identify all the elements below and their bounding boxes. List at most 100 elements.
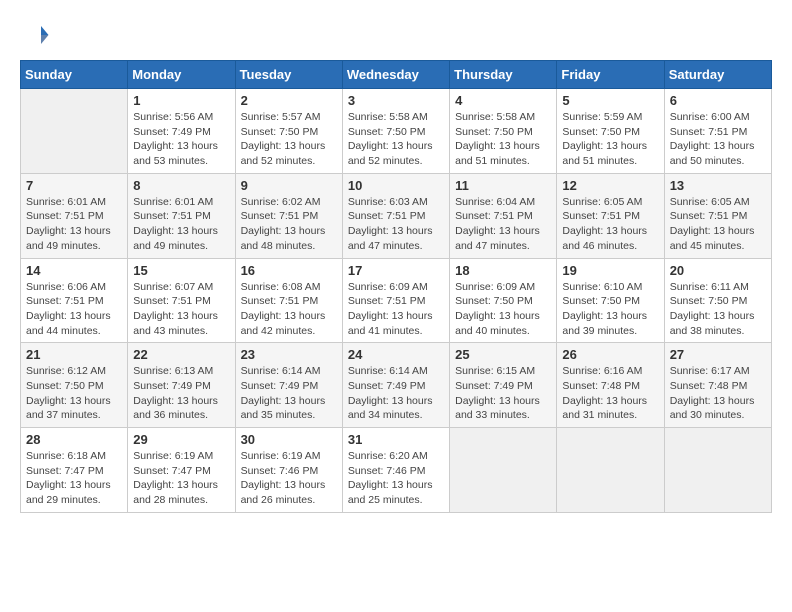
day-cell: 22 Sunrise: 6:13 AM Sunset: 7:49 PM Dayli… [128, 343, 235, 428]
day-cell: 4 Sunrise: 5:58 AM Sunset: 7:50 PM Daylig… [450, 89, 557, 174]
day-info: Sunrise: 6:07 AM Sunset: 7:51 PM Dayligh… [133, 280, 229, 339]
day-info: Sunrise: 6:20 AM Sunset: 7:46 PM Dayligh… [348, 449, 444, 508]
column-header-friday: Friday [557, 61, 664, 89]
day-info: Sunrise: 6:10 AM Sunset: 7:50 PM Dayligh… [562, 280, 658, 339]
week-row-4: 21 Sunrise: 6:12 AM Sunset: 7:50 PM Dayli… [21, 343, 772, 428]
day-number: 22 [133, 347, 229, 362]
day-info: Sunrise: 6:14 AM Sunset: 7:49 PM Dayligh… [241, 364, 337, 423]
day-info: Sunrise: 5:57 AM Sunset: 7:50 PM Dayligh… [241, 110, 337, 169]
day-cell: 24 Sunrise: 6:14 AM Sunset: 7:49 PM Dayli… [342, 343, 449, 428]
day-number: 19 [562, 263, 658, 278]
day-info: Sunrise: 6:17 AM Sunset: 7:48 PM Dayligh… [670, 364, 766, 423]
day-number: 14 [26, 263, 122, 278]
day-cell: 26 Sunrise: 6:16 AM Sunset: 7:48 PM Dayli… [557, 343, 664, 428]
day-number: 17 [348, 263, 444, 278]
day-cell: 10Sunrise: 6:03 AM Sunset: 7:51 PM Dayli… [342, 173, 449, 258]
day-number: 13 [670, 178, 766, 193]
day-number: 29 [133, 432, 229, 447]
day-number: 4 [455, 93, 551, 108]
day-number: 20 [670, 263, 766, 278]
calendar-table: SundayMondayTuesdayWednesdayThursdayFrid… [20, 60, 772, 513]
page-header [20, 20, 772, 50]
day-number: 18 [455, 263, 551, 278]
day-cell [450, 428, 557, 513]
column-header-sunday: Sunday [21, 61, 128, 89]
day-info: Sunrise: 6:09 AM Sunset: 7:50 PM Dayligh… [455, 280, 551, 339]
column-header-saturday: Saturday [664, 61, 771, 89]
day-number: 25 [455, 347, 551, 362]
day-info: Sunrise: 6:00 AM Sunset: 7:51 PM Dayligh… [670, 110, 766, 169]
day-cell: 17Sunrise: 6:09 AM Sunset: 7:51 PM Dayli… [342, 258, 449, 343]
day-cell: 5 Sunrise: 5:59 AM Sunset: 7:50 PM Daylig… [557, 89, 664, 174]
day-cell: 3Sunrise: 5:58 AM Sunset: 7:50 PM Daylig… [342, 89, 449, 174]
day-info: Sunrise: 6:02 AM Sunset: 7:51 PM Dayligh… [241, 195, 337, 254]
day-cell: 25 Sunrise: 6:15 AM Sunset: 7:49 PM Dayli… [450, 343, 557, 428]
day-cell: 1 Sunrise: 5:56 AM Sunset: 7:49 PM Daylig… [128, 89, 235, 174]
day-cell: 14Sunrise: 6:06 AM Sunset: 7:51 PM Dayli… [21, 258, 128, 343]
header-row: SundayMondayTuesdayWednesdayThursdayFrid… [21, 61, 772, 89]
day-number: 12 [562, 178, 658, 193]
day-number: 15 [133, 263, 229, 278]
day-info: Sunrise: 6:01 AM Sunset: 7:51 PM Dayligh… [133, 195, 229, 254]
day-number: 10 [348, 178, 444, 193]
week-row-3: 14Sunrise: 6:06 AM Sunset: 7:51 PM Dayli… [21, 258, 772, 343]
day-info: Sunrise: 6:18 AM Sunset: 7:47 PM Dayligh… [26, 449, 122, 508]
day-cell: 9 Sunrise: 6:02 AM Sunset: 7:51 PM Daylig… [235, 173, 342, 258]
day-cell: 20 Sunrise: 6:11 AM Sunset: 7:50 PM Dayli… [664, 258, 771, 343]
day-number: 16 [241, 263, 337, 278]
day-number: 8 [133, 178, 229, 193]
logo [20, 20, 54, 50]
column-header-tuesday: Tuesday [235, 61, 342, 89]
day-number: 21 [26, 347, 122, 362]
day-number: 26 [562, 347, 658, 362]
day-cell: 28 Sunrise: 6:18 AM Sunset: 7:47 PM Dayli… [21, 428, 128, 513]
day-cell: 11 Sunrise: 6:04 AM Sunset: 7:51 PM Dayli… [450, 173, 557, 258]
day-cell: 21 Sunrise: 6:12 AM Sunset: 7:50 PM Dayli… [21, 343, 128, 428]
day-info: Sunrise: 5:56 AM Sunset: 7:49 PM Dayligh… [133, 110, 229, 169]
day-cell: 30 Sunrise: 6:19 AM Sunset: 7:46 PM Dayli… [235, 428, 342, 513]
day-number: 11 [455, 178, 551, 193]
day-cell: 19 Sunrise: 6:10 AM Sunset: 7:50 PM Dayli… [557, 258, 664, 343]
logo-icon [20, 20, 50, 50]
day-info: Sunrise: 6:01 AM Sunset: 7:51 PM Dayligh… [26, 195, 122, 254]
day-cell: 7Sunrise: 6:01 AM Sunset: 7:51 PM Daylig… [21, 173, 128, 258]
day-cell: 16 Sunrise: 6:08 AM Sunset: 7:51 PM Dayli… [235, 258, 342, 343]
day-info: Sunrise: 5:58 AM Sunset: 7:50 PM Dayligh… [455, 110, 551, 169]
column-header-wednesday: Wednesday [342, 61, 449, 89]
day-info: Sunrise: 6:04 AM Sunset: 7:51 PM Dayligh… [455, 195, 551, 254]
day-number: 1 [133, 93, 229, 108]
day-info: Sunrise: 6:19 AM Sunset: 7:47 PM Dayligh… [133, 449, 229, 508]
day-cell: 2Sunrise: 5:57 AM Sunset: 7:50 PM Daylig… [235, 89, 342, 174]
day-number: 6 [670, 93, 766, 108]
day-number: 9 [241, 178, 337, 193]
day-cell: 31 Sunrise: 6:20 AM Sunset: 7:46 PM Dayli… [342, 428, 449, 513]
day-info: Sunrise: 6:05 AM Sunset: 7:51 PM Dayligh… [670, 195, 766, 254]
day-cell: 8 Sunrise: 6:01 AM Sunset: 7:51 PM Daylig… [128, 173, 235, 258]
day-number: 30 [241, 432, 337, 447]
day-cell: 13 Sunrise: 6:05 AM Sunset: 7:51 PM Dayli… [664, 173, 771, 258]
day-number: 5 [562, 93, 658, 108]
day-info: Sunrise: 6:11 AM Sunset: 7:50 PM Dayligh… [670, 280, 766, 339]
day-number: 27 [670, 347, 766, 362]
day-number: 3 [348, 93, 444, 108]
day-info: Sunrise: 6:12 AM Sunset: 7:50 PM Dayligh… [26, 364, 122, 423]
day-info: Sunrise: 6:13 AM Sunset: 7:49 PM Dayligh… [133, 364, 229, 423]
day-cell: 23Sunrise: 6:14 AM Sunset: 7:49 PM Dayli… [235, 343, 342, 428]
day-info: Sunrise: 6:14 AM Sunset: 7:49 PM Dayligh… [348, 364, 444, 423]
day-number: 31 [348, 432, 444, 447]
day-cell [21, 89, 128, 174]
day-number: 24 [348, 347, 444, 362]
day-cell: 15 Sunrise: 6:07 AM Sunset: 7:51 PM Dayli… [128, 258, 235, 343]
day-cell: 6 Sunrise: 6:00 AM Sunset: 7:51 PM Daylig… [664, 89, 771, 174]
week-row-2: 7Sunrise: 6:01 AM Sunset: 7:51 PM Daylig… [21, 173, 772, 258]
day-info: Sunrise: 6:08 AM Sunset: 7:51 PM Dayligh… [241, 280, 337, 339]
day-cell: 29 Sunrise: 6:19 AM Sunset: 7:47 PM Dayli… [128, 428, 235, 513]
column-header-monday: Monday [128, 61, 235, 89]
day-info: Sunrise: 5:59 AM Sunset: 7:50 PM Dayligh… [562, 110, 658, 169]
day-info: Sunrise: 6:05 AM Sunset: 7:51 PM Dayligh… [562, 195, 658, 254]
day-info: Sunrise: 6:19 AM Sunset: 7:46 PM Dayligh… [241, 449, 337, 508]
day-info: Sunrise: 6:16 AM Sunset: 7:48 PM Dayligh… [562, 364, 658, 423]
week-row-1: 1 Sunrise: 5:56 AM Sunset: 7:49 PM Daylig… [21, 89, 772, 174]
day-info: Sunrise: 6:15 AM Sunset: 7:49 PM Dayligh… [455, 364, 551, 423]
day-number: 28 [26, 432, 122, 447]
